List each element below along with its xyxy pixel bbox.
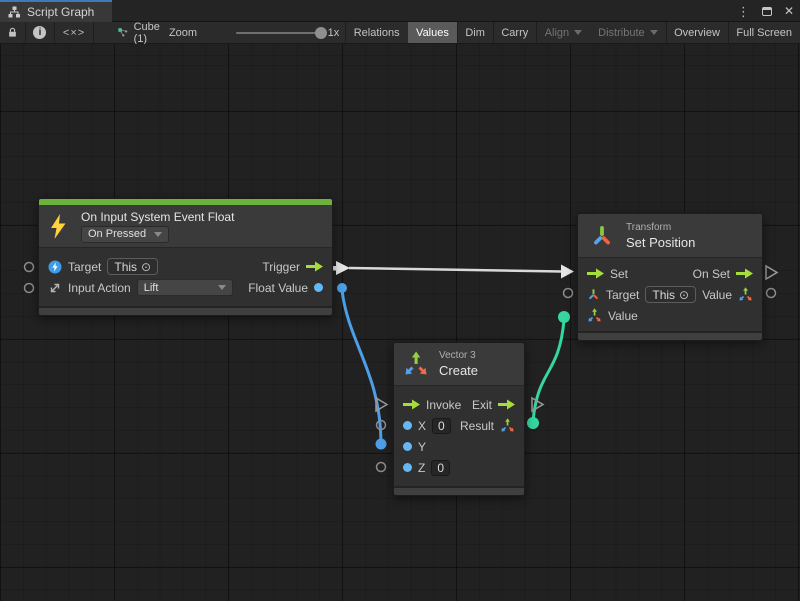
flow-arrow-icon <box>403 399 420 410</box>
on-set-label: On Set <box>693 267 730 281</box>
port-setposition-target-input[interactable] <box>564 289 573 298</box>
port-value-output[interactable] <box>767 289 776 298</box>
node-category: Vector 3 <box>439 350 478 361</box>
x-value-input[interactable]: 0 <box>432 418 451 434</box>
invoke-label: Invoke <box>426 398 461 412</box>
row-target: Target This ⊙ Value <box>578 284 762 305</box>
z-label: Z <box>418 461 425 475</box>
event-mode-dropdown[interactable]: On Pressed <box>81 226 169 243</box>
node-title: Create <box>439 363 478 378</box>
row-input-action: Input Action Lift Float Value <box>39 277 332 298</box>
row-z: Z 0 <box>394 457 524 478</box>
event-node-footer <box>39 306 332 315</box>
object-picker-icon[interactable]: ⊙ <box>679 289 689 301</box>
setposition-node-body: Set On Set Target This <box>578 257 762 331</box>
row-target: Target This ⊙ Trigger <box>39 256 332 277</box>
flow-arrow-icon <box>736 268 753 279</box>
value-in-label: Value <box>608 309 638 323</box>
setposition-node-header: Transform Set Position <box>578 214 762 257</box>
transform-icon <box>590 224 614 248</box>
float-port-icon <box>314 283 323 292</box>
wire-trigger-to-set[interactable] <box>329 261 574 279</box>
chevron-down-icon <box>218 285 226 290</box>
chevron-down-icon <box>154 232 162 237</box>
setposition-node-footer <box>578 331 762 340</box>
node-transform-set-position[interactable]: Transform Set Position Set On Set <box>577 213 763 341</box>
port-y-input-connected[interactable] <box>376 439 387 450</box>
float-port-icon <box>403 463 412 472</box>
target-label: Target <box>606 288 639 302</box>
flow-arrow-icon <box>498 399 515 410</box>
vector3-node-body: Invoke Exit X 0 Result <box>394 385 524 486</box>
row-set: Set On Set <box>578 263 762 284</box>
vector3-node-footer <box>394 486 524 495</box>
vector3-port-icon <box>587 308 602 323</box>
z-value-input[interactable]: 0 <box>431 460 450 476</box>
row-invoke: Invoke Exit <box>394 394 524 415</box>
port-set-input-connected[interactable] <box>561 265 574 279</box>
node-on-input-system-event-float[interactable]: On Input System Event Float On Pressed T… <box>38 198 333 316</box>
script-graph-window: Script Graph ⋮ ✕ i <×> <box>0 0 800 601</box>
port-value-input-connected[interactable] <box>558 311 570 323</box>
input-action-label: Input Action <box>68 281 131 295</box>
row-x: X 0 Result <box>394 415 524 436</box>
node-title: On Input System Event Float <box>81 210 234 224</box>
y-label: Y <box>418 440 426 454</box>
node-title: Set Position <box>626 235 695 250</box>
row-value: Value <box>578 305 762 326</box>
x-label: X <box>418 419 426 433</box>
wire-floatvalue-to-y[interactable] <box>337 283 387 450</box>
float-port-icon <box>403 421 412 430</box>
event-node-body: Target This ⊙ Trigger <box>39 247 332 306</box>
node-vector3-create[interactable]: Vector 3 Create Invoke Exit <box>393 342 525 496</box>
wire-result-to-value[interactable] <box>527 311 570 429</box>
value-out-label: Value <box>702 288 732 302</box>
object-picker-icon[interactable]: ⊙ <box>141 261 151 273</box>
input-action-dropdown[interactable]: Lift <box>137 279 233 296</box>
input-action-icon <box>48 281 62 295</box>
vector3-node-header: Vector 3 Create <box>394 343 524 385</box>
vector3-port-icon <box>500 418 515 433</box>
port-floatvalue-output-connected[interactable] <box>337 283 347 293</box>
port-result-output-connected[interactable] <box>527 417 539 429</box>
lightning-bolt-icon <box>49 214 68 239</box>
port-onset-output[interactable] <box>766 266 777 279</box>
node-category: Transform <box>626 222 695 233</box>
flow-arrow-icon <box>587 268 604 279</box>
vector3-icon <box>403 351 429 377</box>
exit-label: Exit <box>472 398 492 412</box>
result-label: Result <box>460 419 494 433</box>
transform-port-icon <box>587 288 600 301</box>
target-object-field[interactable]: This ⊙ <box>645 286 696 303</box>
port-z-input[interactable] <box>377 463 386 472</box>
row-y: Y <box>394 436 524 457</box>
vector3-port-icon <box>738 287 753 302</box>
event-node-header: On Input System Event Float On Pressed <box>39 205 332 247</box>
float-port-icon <box>403 442 412 451</box>
flow-arrow-icon <box>306 261 323 272</box>
set-label: Set <box>610 267 628 281</box>
target-object-field[interactable]: This ⊙ <box>107 258 158 275</box>
target-label: Target <box>68 260 101 274</box>
float-value-label: Float Value <box>248 281 308 295</box>
port-event-target-input[interactable] <box>25 263 34 272</box>
player-input-icon <box>48 260 62 274</box>
trigger-label: Trigger <box>262 260 300 274</box>
port-event-inputaction-input[interactable] <box>25 284 34 293</box>
